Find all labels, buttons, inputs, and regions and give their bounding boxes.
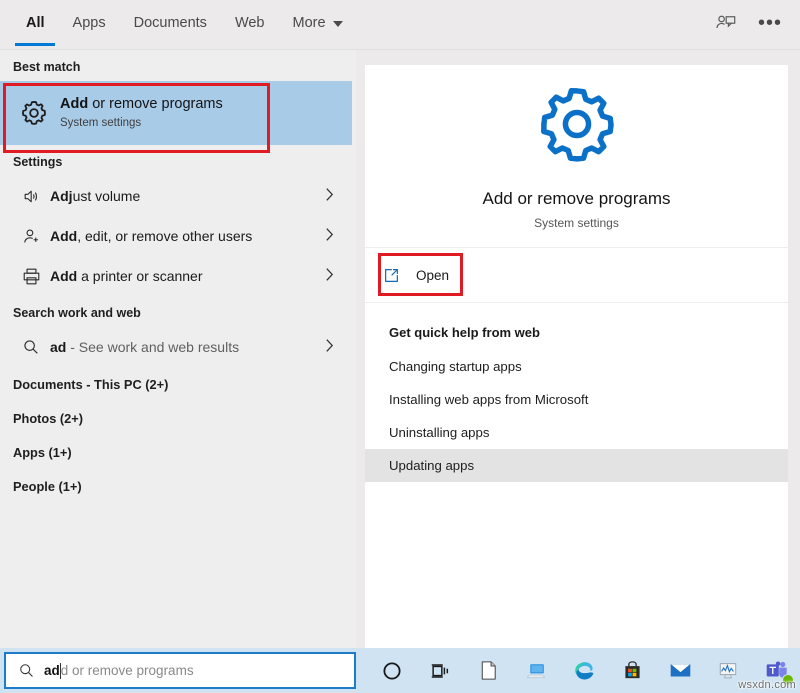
quick-help-heading: Get quick help from web [365,303,788,350]
result-add-or-remove-programs[interactable]: Add or remove programs System settings [0,81,352,145]
help-link-uninstalling-apps[interactable]: Uninstalling apps [365,416,788,449]
tab-documents-label: Documents [134,15,207,31]
result-title-match: Add [60,96,88,112]
settings-item-rest: , edit, or remove other users [77,228,252,244]
category-label: Documents - This PC (2+) [13,377,168,392]
tab-all-label: All [26,15,45,31]
help-link-label: Uninstalling apps [389,425,489,440]
category-label: People (1+) [13,479,82,494]
chevron-right-icon[interactable] [325,267,334,285]
settings-item-add-printer-or-scanner[interactable]: Add a printer or scanner [0,256,356,296]
tab-more[interactable]: More [279,0,357,46]
search-input-text: add or remove programs [44,663,194,679]
web-result-query: ad [50,339,66,355]
chevron-right-icon[interactable] [325,338,334,356]
category-row-people[interactable]: People (1+) [0,469,356,503]
help-link-label: Changing startup apps [389,359,522,374]
search-typed-text: ad [44,663,60,678]
settings-item-rest: ust volume [73,188,141,204]
result-subtitle: System settings [60,115,223,131]
search-icon [12,338,50,356]
preview-title: Add or remove programs [482,189,670,209]
tab-web-label: Web [235,15,265,31]
tab-more-label: More [293,15,326,31]
tab-apps-label: Apps [73,15,106,31]
task-view-icon[interactable] [416,648,464,693]
settings-item-label: Add a printer or scanner [50,268,203,284]
settings-item-label: Adjust volume [50,188,140,204]
search-icon [18,662,44,679]
result-title: Add or remove programs [60,95,223,114]
ellipsis-glyph: ••• [758,19,782,27]
tab-web[interactable]: Web [221,0,279,46]
store-icon[interactable] [608,648,656,693]
open-button-label: Open [416,268,449,283]
help-link-installing-web-apps[interactable]: Installing web apps from Microsoft [365,383,788,416]
settings-item-adjust-volume[interactable]: Adjust volume [0,176,356,216]
settings-item-match: Add [50,228,77,244]
category-label: Apps (1+) [13,445,72,460]
tab-list: All Apps Documents Web More [12,0,357,46]
preview-panel: Add or remove programs System settings O… [365,65,788,648]
search-overlay: All Apps Documents Web More [0,0,800,693]
gear-icon [535,82,619,171]
settings-item-match: Adj [50,188,73,204]
printer-icon [12,267,50,286]
web-result-label: ad - See work and web results [50,339,239,355]
teams-icon[interactable] [752,648,800,693]
result-text-block: Add or remove programs System settings [60,95,223,131]
preview-hero: Add or remove programs System settings [365,65,788,248]
open-button[interactable]: Open [365,248,788,303]
help-link-label: Updating apps [389,458,474,473]
performance-monitor-icon[interactable] [704,648,752,693]
remote-desktop-icon[interactable] [512,648,560,693]
search-web-heading: Search work and web [0,296,356,327]
gear-icon [12,98,56,128]
search-suggestion-text: d or remove programs [61,663,194,678]
teams-status-badge [782,674,794,686]
chevron-down-icon [333,21,343,27]
category-row-photos[interactable]: Photos (2+) [0,401,356,435]
category-row-documents[interactable]: Documents - This PC (2+) [0,367,356,401]
search-input[interactable]: add or remove programs [4,652,356,689]
taskbar: add or remove programs [0,648,800,693]
cortana-icon[interactable] [368,648,416,693]
taskbar-tray [368,648,800,693]
tab-documents[interactable]: Documents [120,0,221,46]
category-label: Photos (2+) [13,411,83,426]
tab-apps[interactable]: Apps [59,0,120,46]
settings-item-match: Add [50,268,77,284]
results-panel: Best match Add or remove programs System… [0,50,356,648]
category-row-apps[interactable]: Apps (1+) [0,435,356,469]
web-result-item[interactable]: ad - See work and web results [0,327,356,367]
speaker-icon [12,187,50,206]
web-result-rest: - See work and web results [66,339,239,355]
help-link-changing-startup-apps[interactable]: Changing startup apps [365,350,788,383]
help-link-label: Installing web apps from Microsoft [389,392,588,407]
open-external-icon [382,266,412,285]
help-link-updating-apps[interactable]: Updating apps [365,449,788,482]
chevron-right-icon[interactable] [325,187,334,205]
settings-item-add-edit-remove-users[interactable]: Add, edit, or remove other users [0,216,356,256]
preview-subtitle: System settings [534,216,619,230]
ellipsis-icon[interactable]: ••• [750,3,790,43]
best-match-heading: Best match [0,50,356,81]
person-add-icon [12,227,50,246]
person-feedback-icon[interactable] [706,3,746,43]
tab-all[interactable]: All [12,0,59,46]
document-icon[interactable] [464,648,512,693]
search-tabbar: All Apps Documents Web More [0,0,800,50]
mail-icon[interactable] [656,648,704,693]
chevron-right-icon[interactable] [325,227,334,245]
settings-heading: Settings [0,145,356,176]
tab-active-underline [15,43,55,46]
settings-item-rest: a printer or scanner [77,268,202,284]
result-title-rest: or remove programs [88,96,223,112]
settings-item-label: Add, edit, or remove other users [50,228,252,244]
edge-icon[interactable] [560,648,608,693]
header-actions: ••• [706,0,790,46]
